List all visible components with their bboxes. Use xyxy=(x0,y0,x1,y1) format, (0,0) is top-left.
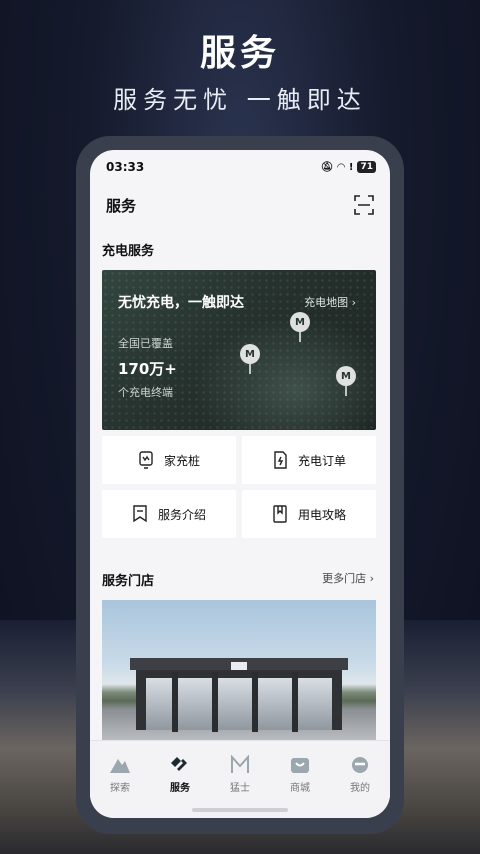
home-indicator[interactable] xyxy=(192,808,288,812)
chevron-right-icon: › xyxy=(369,572,374,585)
mall-icon xyxy=(291,758,309,773)
tab-explore[interactable]: 探索 xyxy=(90,753,150,794)
charging-map-link[interactable]: 充电地图 › xyxy=(304,294,356,310)
alert-icon: ! xyxy=(348,161,354,173)
charging-section-title: 充电服务 xyxy=(102,244,155,259)
tab-service[interactable]: 服务 xyxy=(150,753,210,794)
mute-icon: 🔕︎ xyxy=(320,161,334,173)
store-column xyxy=(212,672,218,732)
home-charger-icon xyxy=(139,451,153,469)
map-pin-icon: M xyxy=(336,366,356,396)
store-column xyxy=(172,672,178,732)
profile-icon xyxy=(352,757,368,773)
wifi-icon: ◠ xyxy=(337,161,345,173)
tab-label: 服务 xyxy=(170,783,190,794)
guide-book-icon xyxy=(273,505,287,523)
mengshi-logo-icon xyxy=(231,755,249,773)
tile-charge-order[interactable]: 充电订单 xyxy=(242,436,376,484)
chevron-right-icon: › xyxy=(351,296,356,309)
store-photo[interactable] xyxy=(102,600,376,740)
page-title: 服务 xyxy=(106,196,137,215)
coverage-label: 全国已覆盖 xyxy=(118,337,173,350)
tab-mengshi[interactable]: 猛士 xyxy=(210,753,270,794)
tile-label: 用电攻略 xyxy=(297,507,346,522)
tab-label: 商城 xyxy=(290,783,310,794)
hero-title: 服务 xyxy=(199,33,280,74)
page-header: 服务 xyxy=(106,194,374,216)
map-pin-icon: M xyxy=(240,344,260,374)
battery-indicator: 71 xyxy=(357,161,376,173)
bottom-tab-bar: 探索 服务 猛士 商城 我的 xyxy=(90,740,390,818)
status-time: 03:33 xyxy=(106,160,145,174)
charging-map-label: 充电地图 xyxy=(304,296,349,309)
terminal-count: 170万+ xyxy=(118,360,177,378)
tile-power-guide[interactable]: 用电攻略 xyxy=(242,490,376,538)
tile-service-intro[interactable]: 服务介绍 xyxy=(102,490,236,538)
status-bar: 03:33 🔕︎ ◠ ! 71 xyxy=(106,158,376,176)
tile-home-charger[interactable]: 家充桩 xyxy=(102,436,236,484)
explore-icon xyxy=(110,759,130,773)
store-column xyxy=(252,672,258,732)
tile-label: 充电订单 xyxy=(297,453,346,468)
tab-mall[interactable]: 商城 xyxy=(270,753,330,794)
service-icon xyxy=(171,757,187,771)
charge-order-icon xyxy=(274,451,287,469)
more-stores-label: 更多门店 xyxy=(322,572,367,585)
tab-label: 探索 xyxy=(110,783,130,794)
stores-section-title: 服务门店 xyxy=(102,574,155,589)
hero-subtitle: 服务无忧 一触即达 xyxy=(113,86,367,114)
tab-label: 猛士 xyxy=(230,783,250,794)
tab-label: 我的 xyxy=(350,783,370,794)
map-pin-icon: M xyxy=(290,312,310,342)
tile-label: 服务介绍 xyxy=(157,507,206,522)
more-stores-link[interactable]: 更多门店 › xyxy=(322,570,374,586)
banner-title: 无忧充电，一触即达 xyxy=(118,295,244,311)
phone-screen: 03:33 🔕︎ ◠ ! 71 服务 充电服务 无忧充电，一触即达 充电地图 ›… xyxy=(90,150,390,818)
bookmark-icon xyxy=(133,505,147,523)
store-column xyxy=(292,672,298,732)
status-icons: 🔕︎ ◠ ! 71 xyxy=(320,161,376,173)
tile-label: 家充桩 xyxy=(163,453,200,468)
store-logo xyxy=(231,662,247,670)
scan-icon[interactable] xyxy=(354,195,374,215)
charging-banner[interactable]: 无忧充电，一触即达 充电地图 › 全国已覆盖 170万+ 个充电终端 M M M xyxy=(102,270,376,430)
terminal-count-unit: 个充电终端 xyxy=(118,386,173,399)
tab-profile[interactable]: 我的 xyxy=(330,753,390,794)
